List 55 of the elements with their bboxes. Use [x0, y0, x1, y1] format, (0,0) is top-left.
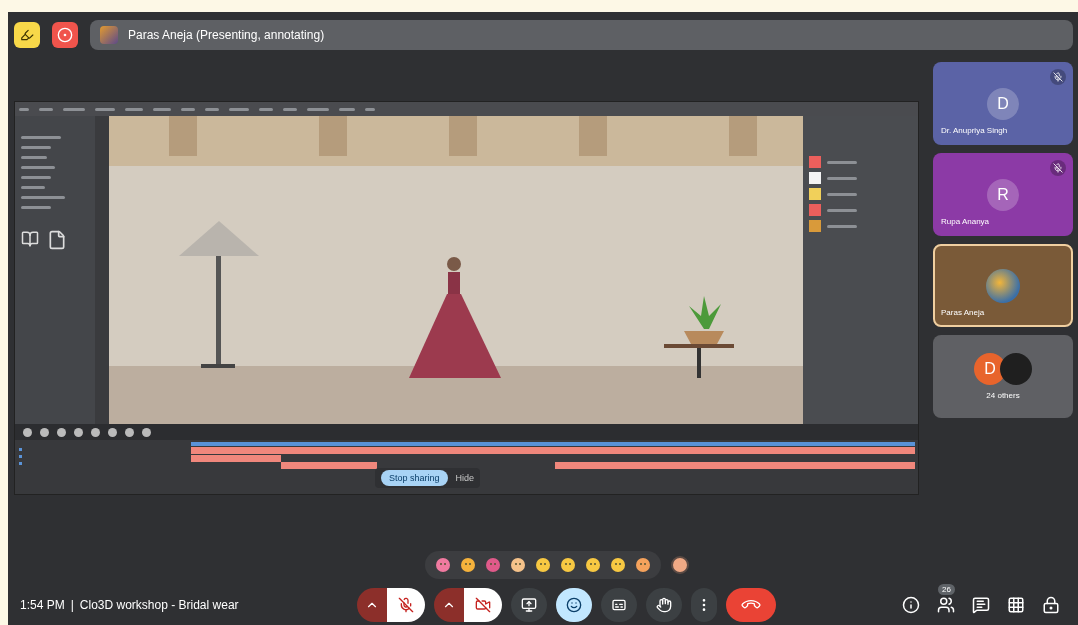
present-button[interactable]: [511, 588, 547, 622]
captions-icon: [611, 597, 627, 613]
camera-off-icon: [475, 597, 491, 613]
avatar-circle: D: [987, 87, 1019, 120]
presenter-label: Paras Aneja (Presenting, annotating): [128, 28, 325, 42]
stop-sharing-button[interactable]: Stop sharing: [381, 470, 448, 486]
annotation-button[interactable]: [14, 22, 40, 48]
participant-name: Paras Aneja: [941, 308, 985, 317]
grid-icon: [1007, 596, 1025, 614]
lock-icon: [1042, 596, 1060, 614]
people-count: 26: [938, 584, 955, 595]
reactions-button[interactable]: [556, 588, 592, 622]
mic-off-icon: [398, 597, 414, 613]
record-button[interactable]: [52, 22, 78, 48]
info-button[interactable]: [902, 596, 920, 614]
avatar-circle: [1000, 353, 1032, 385]
monitor-arrow-icon: [521, 597, 537, 613]
captions-button[interactable]: [601, 588, 637, 622]
others-count: 24 others: [986, 391, 1020, 400]
meeting-time: 1:54 PM: [20, 598, 65, 612]
smiley-icon: [566, 597, 582, 613]
hide-button[interactable]: Hide: [455, 473, 475, 483]
leave-call-button[interactable]: [726, 588, 776, 622]
file-icon: [47, 230, 67, 250]
separator: |: [70, 598, 74, 612]
participant-tile[interactable]: D 24 others: [933, 335, 1073, 418]
highlighter-icon: [20, 28, 34, 42]
activities-button[interactable]: [1007, 596, 1025, 614]
avatar-circle: [986, 268, 1020, 303]
raise-hand-button[interactable]: [646, 588, 682, 622]
host-controls-button[interactable]: [1042, 596, 1060, 614]
record-icon: [57, 27, 73, 43]
meeting-title: Clo3D workshop - Bridal wear: [79, 598, 239, 612]
participant-tile[interactable]: D Dr. Anupriya Singh: [933, 62, 1073, 145]
fabric-swatch: [809, 204, 821, 216]
participant-name: Rupa Ananya: [941, 217, 990, 226]
fabric-swatch: [809, 220, 821, 232]
avatar-circle: R: [987, 178, 1019, 211]
people-icon: [937, 596, 955, 614]
participant-tile[interactable]: R Rupa Ananya: [933, 153, 1073, 236]
camera-button[interactable]: [464, 588, 502, 622]
skin-tone-button[interactable]: [671, 556, 689, 574]
book-icon: [21, 230, 39, 248]
participant-name: Dr. Anupriya Singh: [941, 126, 1008, 135]
fabric-swatch: [809, 156, 821, 168]
participant-tile[interactable]: Paras Aneja: [933, 244, 1073, 327]
chat-button[interactable]: [972, 596, 990, 614]
chat-icon: [972, 596, 990, 614]
fabric-swatch: [809, 172, 821, 184]
more-options-button[interactable]: [691, 588, 717, 622]
hand-icon: [656, 597, 672, 613]
microphone-button[interactable]: [387, 588, 425, 622]
info-icon: [902, 596, 920, 614]
avatar-placeholder: [100, 26, 118, 44]
fabric-swatch: [809, 188, 821, 200]
